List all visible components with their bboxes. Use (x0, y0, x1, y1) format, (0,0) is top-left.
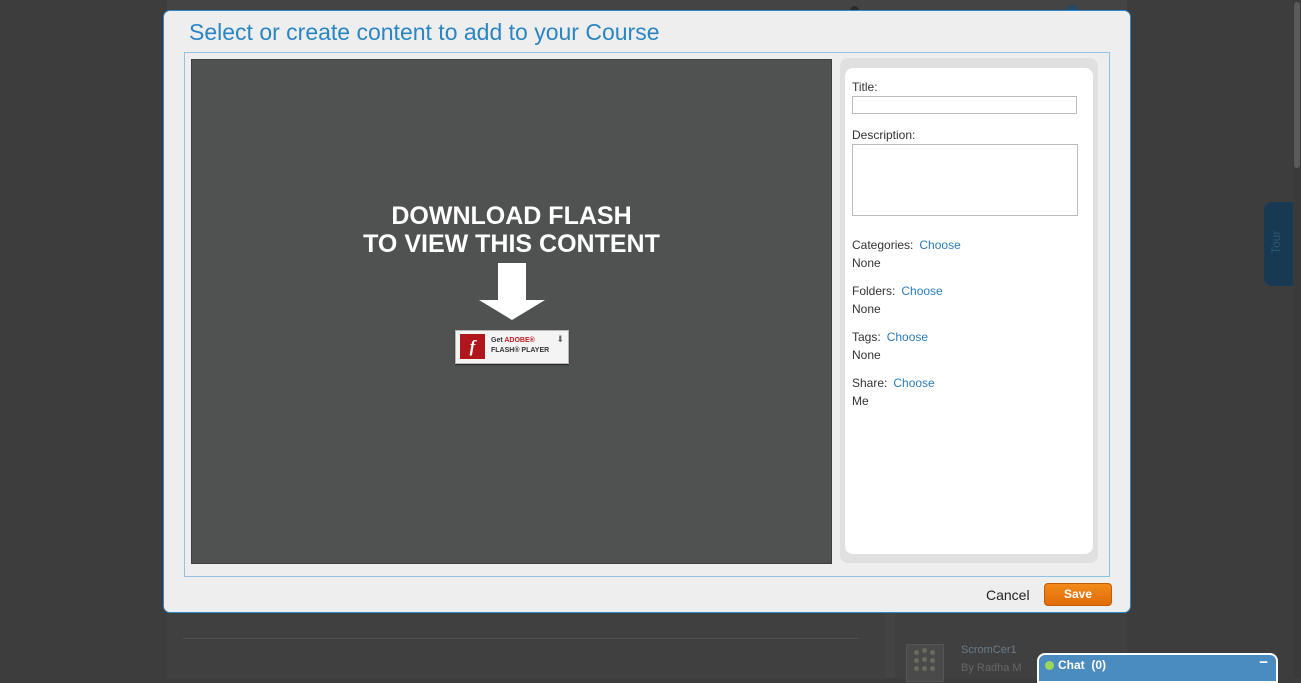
flash-message-line1: DOWNLOAD FLASH (391, 202, 632, 230)
folders-row: Folders: Choose (852, 284, 943, 298)
content-frame: DOWNLOAD FLASH TO VIEW THIS CONTENT f Ge… (184, 52, 1110, 577)
flash-badge-line2: FLASH® PLAYER (491, 347, 550, 354)
categories-row: Categories: Choose (852, 238, 961, 252)
categories-choose-link[interactable]: Choose (919, 238, 960, 252)
tags-choose-link[interactable]: Choose (887, 330, 928, 344)
flash-logo-icon: f (460, 334, 485, 359)
add-content-modal: Select or create content to add to your … (163, 10, 1131, 613)
background-divider (183, 638, 859, 639)
share-value: Me (852, 394, 869, 408)
categories-label: Categories: (852, 238, 914, 252)
details-panel: Title: Description: Categories: Choose No… (840, 58, 1098, 563)
chat-widget[interactable]: Chat (0) − (1037, 653, 1278, 683)
folders-label: Folders: (852, 284, 896, 298)
background-item-title[interactable]: ScromCer1 (961, 644, 1017, 656)
chat-label: Chat (0) (1058, 658, 1107, 672)
down-arrow-icon (479, 263, 545, 320)
title-input[interactable] (852, 96, 1077, 114)
share-choose-link[interactable]: Choose (893, 376, 934, 390)
background-item-byline: By Radha M (961, 662, 1022, 674)
tags-row: Tags: Choose (852, 330, 928, 344)
tags-value: None (852, 348, 881, 362)
flash-content-area: DOWNLOAD FLASH TO VIEW THIS CONTENT f Ge… (191, 59, 832, 564)
details-form: Title: Description: Categories: Choose No… (845, 68, 1093, 554)
tags-label: Tags: (852, 330, 881, 344)
modal-title: Select or create content to add to your … (189, 19, 660, 45)
description-input[interactable] (852, 144, 1078, 216)
title-label: Title: (852, 80, 878, 94)
online-status-icon (1045, 661, 1054, 670)
share-row: Share: Choose (852, 376, 935, 390)
description-label: Description: (852, 128, 916, 142)
save-button[interactable]: Save (1044, 583, 1112, 606)
flash-badge-line1: Get ADOBE® (491, 337, 535, 344)
minimize-icon[interactable]: − (1259, 654, 1268, 671)
flash-message-line2: TO VIEW THIS CONTENT (363, 230, 660, 258)
page-scrollbar[interactable] (1293, 0, 1301, 678)
flash-download-message: DOWNLOAD FLASH TO VIEW THIS CONTENT (192, 202, 831, 258)
folders-choose-link[interactable]: Choose (901, 284, 942, 298)
background-item-thumbnail (906, 644, 944, 682)
scrollbar-thumb[interactable] (1294, 2, 1300, 168)
folders-value: None (852, 302, 881, 316)
share-label: Share: (852, 376, 888, 390)
cancel-button[interactable]: Cancel (986, 587, 1030, 603)
tour-tab-label: Tour (1269, 230, 1283, 254)
download-icon: ⬇ (556, 334, 564, 344)
categories-value: None (852, 256, 881, 270)
get-flash-player-button[interactable]: f Get ADOBE® FLASH® PLAYER ⬇ (455, 330, 569, 364)
